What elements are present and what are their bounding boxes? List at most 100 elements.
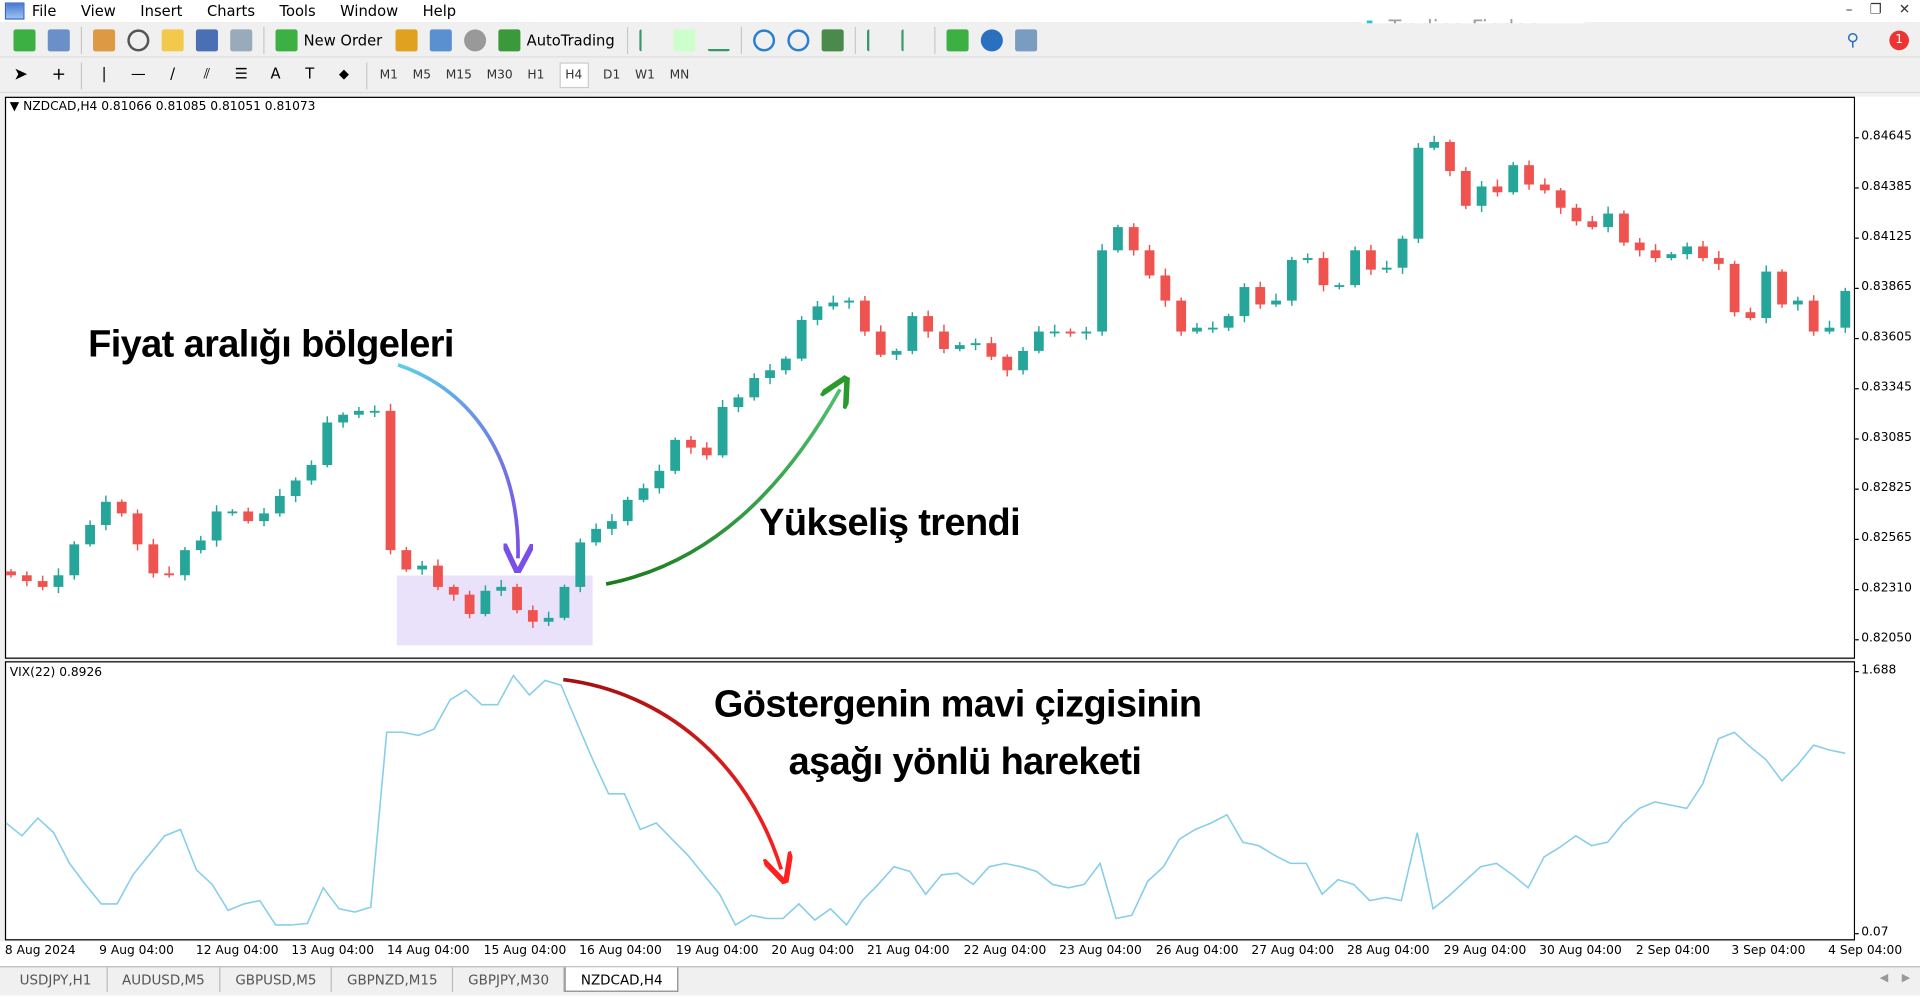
bullish-candle — [765, 364, 775, 385]
bearish-candle — [37, 575, 48, 591]
tab-gbpjpy-m30[interactable]: GBPJPY,M30 — [453, 967, 565, 992]
bullish-candle — [338, 412, 348, 428]
candle-body — [1097, 250, 1108, 332]
candle-body — [796, 319, 807, 359]
bearish-candle — [1160, 268, 1171, 307]
range-arrow — [397, 363, 518, 558]
candle-body — [733, 397, 744, 407]
bullish-candle — [1192, 323, 1202, 334]
bullish-candle — [1049, 324, 1060, 337]
tab-usdjpy-h1[interactable]: USDJPY,H1 — [5, 967, 108, 992]
tab-gbpnzd-m15[interactable]: GBPNZD,M15 — [332, 967, 454, 992]
bullish-candle — [717, 400, 728, 458]
bullish-candle — [1761, 265, 1772, 324]
candle-body — [69, 544, 80, 576]
bullish-candle — [1682, 242, 1693, 260]
bearish-candle — [1619, 210, 1629, 246]
candle-body — [701, 447, 712, 456]
candle-body — [6, 571, 16, 576]
candle-body — [464, 594, 475, 614]
candle-body — [1792, 300, 1803, 305]
bearish-candle — [148, 538, 159, 578]
bullish-candle — [733, 394, 744, 413]
candle-body — [1603, 213, 1614, 228]
candle-body — [1049, 331, 1060, 334]
candle-body — [1350, 250, 1361, 286]
bullish-candle — [1413, 143, 1424, 243]
candle-body — [1286, 259, 1297, 301]
bearish-candle — [116, 499, 127, 517]
bullish-candle — [290, 477, 301, 503]
candle-body — [1587, 221, 1598, 228]
candle-body — [1524, 165, 1534, 185]
candle-body — [559, 586, 570, 618]
bearish-candle — [1460, 167, 1471, 210]
bullish-candle — [970, 338, 981, 351]
candle-body — [369, 410, 380, 413]
bullish-candle — [274, 489, 285, 517]
bearish-candle — [1587, 215, 1598, 230]
candle-body — [1682, 246, 1693, 255]
bearish-candle — [1366, 244, 1376, 275]
candle-body — [132, 513, 143, 545]
candle-body — [780, 358, 791, 371]
candle-body — [274, 495, 285, 514]
candle-body — [448, 586, 459, 595]
bullish-candle — [1271, 293, 1281, 307]
bullish-candle — [100, 495, 111, 531]
bearish-candle — [1713, 251, 1724, 271]
bullish-candle — [1113, 224, 1123, 253]
indicator-label-line1: Göstergenin mavi çizgisinin — [713, 682, 1202, 725]
candle-body — [1144, 250, 1155, 276]
candle-body — [1555, 190, 1566, 208]
candle-body — [591, 528, 601, 543]
bearish-candle — [6, 569, 16, 578]
bearish-candle — [923, 310, 934, 338]
candle-body — [354, 410, 364, 415]
scroll-left-icon[interactable]: ◀ — [1880, 972, 1888, 984]
candle-body — [195, 540, 206, 551]
candle-body — [954, 345, 965, 349]
candle-body — [1318, 258, 1329, 286]
candle-body — [1302, 258, 1313, 260]
bearish-candle — [1065, 328, 1076, 337]
scroll-right-icon[interactable]: ▶ — [1902, 972, 1910, 984]
range-zone-label: Fiyat aralığı bölgeleri — [88, 322, 454, 365]
candle-body — [243, 511, 254, 522]
bearish-candle — [433, 559, 443, 591]
bullish-candle — [1476, 181, 1487, 213]
candle-body — [670, 439, 681, 471]
bearish-candle — [1255, 281, 1266, 309]
candle-body — [1492, 186, 1503, 193]
bullish-candle — [1381, 260, 1392, 273]
bullish-candle — [53, 568, 64, 594]
bullish-candle — [907, 312, 918, 355]
tab-audusd-m5[interactable]: AUDUSD,M5 — [107, 967, 221, 992]
bearish-candle — [1745, 307, 1756, 321]
bullish-candle — [259, 507, 269, 527]
candle-body — [21, 575, 32, 582]
candle-body — [891, 350, 902, 355]
bearish-candle — [686, 436, 696, 454]
bullish-candle — [1397, 235, 1408, 274]
bearish-candle — [512, 583, 522, 614]
candle-body — [1729, 263, 1740, 313]
candle-body — [828, 302, 839, 307]
candle-body — [401, 550, 412, 570]
candle-body — [1255, 287, 1266, 305]
tab-gbpusd-m5[interactable]: GBPUSD,M5 — [221, 967, 333, 992]
bearish-candle — [1571, 203, 1582, 226]
candle-body — [417, 565, 428, 570]
bullish-candle — [575, 538, 586, 593]
candle-body — [875, 331, 886, 355]
tab-nzdcad-h4[interactable]: NZDCAD,H4 — [564, 967, 679, 992]
candle-body — [1619, 213, 1629, 243]
candle-body — [812, 306, 823, 320]
bullish-candle — [85, 520, 95, 547]
bullish-candle — [1033, 326, 1044, 354]
bearish-candle — [1524, 160, 1534, 190]
candle-body — [1381, 267, 1392, 270]
bearish-candle — [875, 325, 886, 358]
candle-body — [1128, 227, 1139, 251]
candle-body — [543, 617, 554, 622]
